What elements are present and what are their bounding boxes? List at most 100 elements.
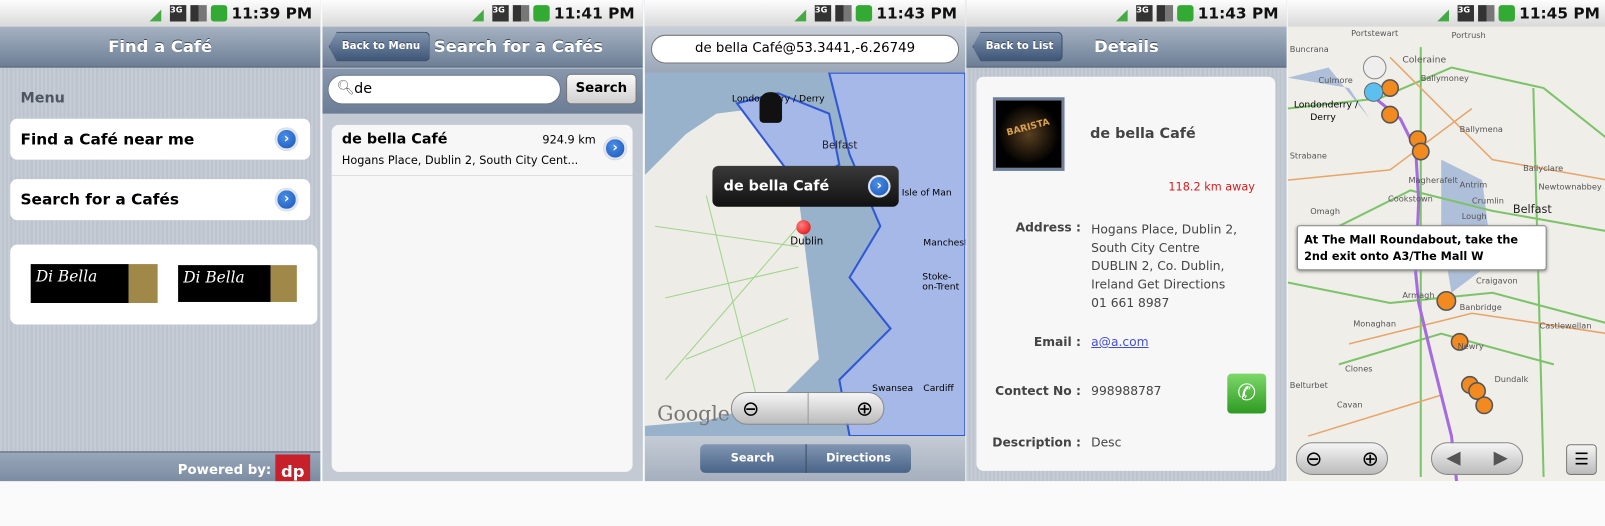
dibella-logo: Di Bella	[178, 265, 297, 302]
zoom-out-icon[interactable]: ⊖	[1305, 446, 1322, 471]
menu-item-find-near[interactable]: Find a Café near me ›	[10, 118, 311, 160]
list-item[interactable]: de bella Café 924.9 km Hogans Place, Dub…	[331, 125, 633, 177]
map-label: Coleraine	[1402, 55, 1447, 66]
map-label: Belfast	[1512, 202, 1552, 216]
step-controls: ◀ ▶	[1430, 442, 1524, 475]
description-label: Description :	[992, 435, 1081, 450]
zoom-out-icon[interactable]: ⊖	[742, 396, 759, 421]
map-label: Portstewart	[1351, 28, 1399, 38]
map-label: Lough	[1461, 211, 1487, 222]
map-label: Belturbet	[1289, 380, 1328, 390]
phone-call-button[interactable]: ✆	[1227, 373, 1267, 414]
clock: 11:39 PM	[231, 4, 313, 23]
cafe-name: de bella Café	[341, 131, 448, 148]
cafe-distance: 924.9 km	[542, 133, 596, 147]
header: Search for a Cafés Back to Menu	[322, 26, 643, 68]
gps-icon: ◢	[1115, 5, 1128, 24]
next-step-icon[interactable]: ▶	[1494, 447, 1508, 468]
chevron-right-icon: ›	[275, 127, 298, 151]
signal-icon	[190, 5, 207, 22]
previous-step-icon[interactable]: ◀	[1446, 447, 1460, 468]
dibella-logo: Di Bella	[30, 264, 158, 303]
chevron-right-icon: ›	[603, 137, 627, 160]
map-label: Omagh	[1310, 206, 1341, 216]
contact-value: 998988787	[1091, 383, 1162, 399]
callout-title: de bella Café	[723, 178, 830, 195]
user-location-icon	[759, 92, 783, 123]
map-label: Portrush	[1451, 30, 1486, 40]
address-bar: de bella Café@53.3441,-6.26749	[644, 26, 966, 73]
clock: 11:43 PM	[876, 4, 958, 23]
zoom-in-icon[interactable]: ⊕	[856, 396, 873, 421]
map-label: Swansea	[872, 383, 914, 395]
turn-instruction-callout: At The Mall Roundabout, take the 2nd exi…	[1296, 225, 1547, 271]
status-bar: ◢ 3G 11:43 PM	[644, 0, 966, 27]
bottom-tabs: Search Directions	[644, 436, 966, 482]
search-input[interactable]: 🔍︎ de	[327, 74, 561, 105]
map-label: Dublin	[790, 236, 824, 248]
clock: 11:43 PM	[1197, 4, 1279, 23]
signal-icon	[512, 5, 530, 22]
zoom-in-icon[interactable]: ⊕	[1362, 446, 1379, 471]
map-view[interactable]	[644, 72, 966, 437]
address-input[interactable]: de bella Café@53.3441,-6.26749	[651, 34, 960, 64]
search-bar: 🔍︎ de Search	[322, 68, 643, 114]
3g-icon: 3G	[170, 5, 187, 22]
map-label: Londonderry /	[1293, 100, 1359, 111]
gps-icon: ◢	[794, 5, 807, 24]
page-title: Find a Café	[0, 26, 321, 68]
map-label: Monaghan	[1353, 319, 1397, 329]
back-to-list-button[interactable]: Back to List	[972, 31, 1063, 62]
map-label: Stoke-on-Trent	[922, 272, 960, 293]
map-pin-icon[interactable]	[796, 220, 811, 235]
start-marker-icon	[1362, 55, 1387, 80]
details-card: BARISTA de bella Café 118.2 km away Addr…	[976, 76, 1276, 471]
sponsor-logos: Di Bella Di Bella	[10, 244, 318, 325]
contact-label: Contect No :	[995, 383, 1081, 399]
map-label: Magherafelt	[1408, 176, 1458, 186]
map-label: Derry	[1310, 112, 1336, 123]
map-callout[interactable]: de bella Café ›	[712, 165, 899, 207]
signal-icon	[1156, 5, 1174, 22]
menu-item-label: Find a Café near me	[20, 129, 195, 149]
status-bar: ◢ 3G 11:43 PM	[966, 0, 1287, 27]
tab-search[interactable]: Search	[700, 444, 807, 473]
map-label: Castlewellan	[1539, 321, 1592, 331]
map-label: Craigavon	[1476, 276, 1518, 286]
map-label: Clones	[1345, 364, 1373, 374]
cafe-name: de bella Café	[1090, 125, 1196, 143]
map-label: Banbridge	[1459, 302, 1502, 313]
dp-logo: dp	[275, 454, 311, 482]
battery-icon	[1498, 5, 1516, 22]
directions-list-icon[interactable]: ☰	[1566, 444, 1597, 475]
battery-icon	[533, 5, 550, 22]
gps-icon: ◢	[471, 5, 484, 24]
map-label: Isle of Man	[901, 188, 952, 199]
search-button[interactable]: Search	[566, 73, 637, 105]
status-bar: ◢ 3G 11:39 PM	[0, 0, 321, 27]
screen-map: ◢ 3G 11:43 PM de bella Café@53.3441,-6.2…	[644, 0, 966, 482]
cafe-address: Hogans Place, Dublin 2, South City Cent.…	[341, 153, 579, 167]
status-bar: ◢ 3G 11:45 PM	[1287, 0, 1605, 27]
map-label: Newtownabbey	[1538, 182, 1602, 192]
search-icon: 🔍︎	[336, 79, 355, 97]
page-title: Details	[1094, 36, 1159, 57]
back-to-menu-button[interactable]: Back to Menu	[328, 31, 430, 62]
chevron-right-icon: ›	[868, 175, 891, 198]
get-directions-link[interactable]: Ireland Get Directions	[1091, 275, 1237, 293]
tab-directions[interactable]: Directions	[806, 444, 911, 473]
powered-by-label: Powered by:	[177, 462, 272, 479]
map-label: Newry	[1457, 341, 1484, 352]
gps-icon: ◢	[149, 5, 162, 24]
map-label: Manchester	[923, 238, 965, 249]
header: Details Back to List	[966, 26, 1287, 68]
menu-item-label: Search for a Cafés	[20, 190, 179, 209]
map-label: Antrim	[1459, 180, 1488, 190]
menu-item-search[interactable]: Search for a Cafés ›	[10, 179, 311, 221]
screen-directions-map: ◢ 3G 11:45 PM Portstewart Portrush Buncr…	[1287, 0, 1605, 482]
email-link[interactable]: a@a.com	[1091, 335, 1148, 349]
battery-icon	[1177, 5, 1194, 22]
signal-icon	[1478, 5, 1495, 22]
address-label: Address :	[1015, 220, 1081, 235]
menu-heading: Menu	[20, 90, 65, 107]
